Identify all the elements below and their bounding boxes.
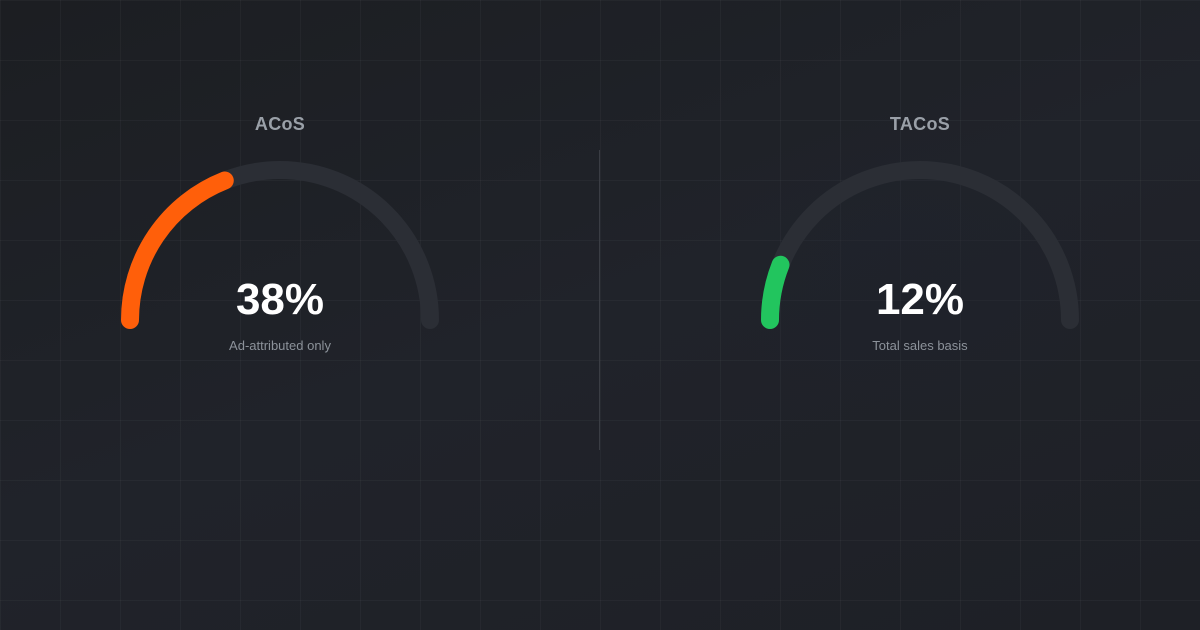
- acos-caption: Ad-attributed only: [229, 338, 331, 353]
- tacos-gauge: TACoS 12% Total sales basis: [750, 0, 1090, 630]
- acos-title: ACoS: [254, 114, 306, 134]
- acos-gauge: ACoS 38% Ad-attributed only: [110, 0, 450, 630]
- tacos-value: 12%: [875, 275, 965, 324]
- gauge-divider: [599, 150, 600, 450]
- tacos-caption: Total sales basis: [872, 338, 968, 353]
- acos-value: 38%: [235, 275, 325, 324]
- tacos-title: TACoS: [889, 114, 951, 134]
